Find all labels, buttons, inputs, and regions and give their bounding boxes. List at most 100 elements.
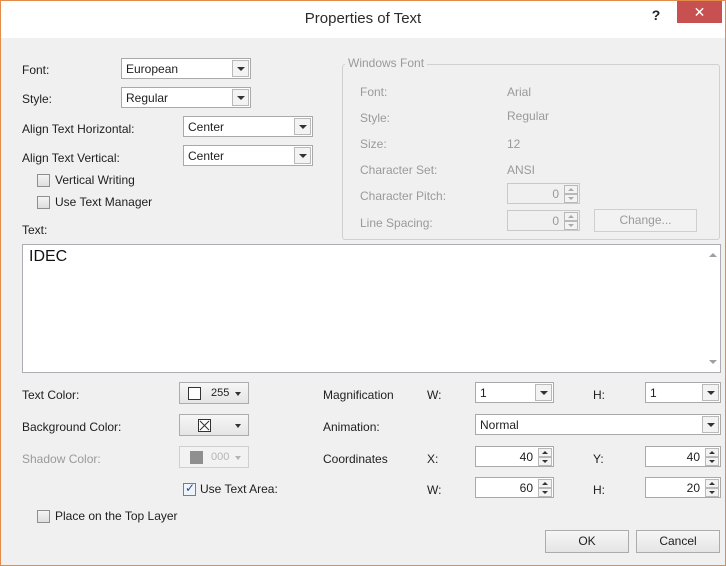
- shadow-color-picker[interactable]: 000: [179, 446, 249, 468]
- wf-pitch-label: Character Pitch:: [360, 189, 447, 203]
- no-color-icon: [198, 419, 211, 432]
- spin-down-icon[interactable]: [538, 488, 552, 497]
- coord-h-stepper[interactable]: 20: [645, 477, 721, 498]
- spin-up-icon[interactable]: [538, 479, 552, 488]
- scroll-down-icon[interactable]: [709, 360, 717, 364]
- spin-up-icon[interactable]: [564, 185, 578, 194]
- align-horizontal-value: Center: [188, 120, 225, 134]
- windows-font-group-title: Windows Font: [345, 56, 428, 70]
- coord-w-label: W:: [427, 483, 442, 497]
- animation-select[interactable]: Normal: [475, 414, 721, 435]
- coordinates-label: Coordinates: [323, 452, 388, 466]
- chevron-down-icon[interactable]: [294, 147, 311, 164]
- use-text-area-label: Use Text Area:: [200, 482, 278, 496]
- wf-style-label: Style:: [360, 111, 391, 125]
- mag-w-label: W:: [427, 388, 442, 402]
- ok-button[interactable]: OK: [545, 530, 629, 553]
- mag-h-select[interactable]: 1: [645, 382, 721, 403]
- properties-dialog: Properties of Text ? ✕ Font: European St…: [0, 0, 726, 566]
- mag-w-select[interactable]: 1: [475, 382, 554, 403]
- chevron-down-icon: [235, 456, 241, 460]
- style-select-value: Regular: [126, 91, 169, 105]
- background-color-label: Background Color:: [22, 420, 122, 434]
- text-color-picker[interactable]: 255: [179, 382, 249, 404]
- font-select[interactable]: European: [121, 58, 251, 79]
- text-input-value: IDEC: [29, 248, 68, 265]
- align-horizontal-label: Align Text Horizontal:: [22, 122, 135, 136]
- spin-down-icon[interactable]: [538, 457, 552, 466]
- spin-down-icon[interactable]: [705, 457, 719, 466]
- wf-charset-label: Character Set:: [360, 163, 438, 177]
- spin-down-icon[interactable]: [564, 194, 578, 203]
- title-bar: Properties of Text ? ✕: [1, 1, 725, 38]
- top-layer-label: Place on the Top Layer: [55, 509, 178, 523]
- line-spacing-stepper[interactable]: 0: [507, 210, 580, 231]
- chevron-down-icon[interactable]: [702, 384, 719, 401]
- use-text-area-checkbox[interactable]: [183, 481, 196, 496]
- align-vertical-label: Align Text Vertical:: [22, 151, 120, 165]
- coord-x-value: 40: [519, 450, 533, 464]
- change-font-button[interactable]: Change...: [594, 209, 697, 232]
- shadow-color-label: Shadow Color:: [22, 452, 101, 466]
- cancel-button[interactable]: Cancel: [636, 530, 720, 553]
- font-select-value: European: [126, 62, 179, 76]
- spin-down-icon[interactable]: [564, 221, 578, 230]
- style-select[interactable]: Regular: [121, 87, 251, 108]
- coord-h-label: H:: [593, 483, 605, 497]
- coord-y-label: Y:: [593, 452, 604, 466]
- shadow-color-value: 000: [211, 451, 230, 463]
- wf-style-value: Regular: [507, 109, 550, 123]
- background-color-picker[interactable]: [179, 414, 249, 436]
- vertical-writing-checkbox[interactable]: [37, 174, 50, 187]
- chevron-down-icon[interactable]: [232, 89, 249, 106]
- wf-font-value: Arial: [507, 85, 532, 99]
- coord-w-stepper[interactable]: 60: [475, 477, 554, 498]
- top-layer-checkbox[interactable]: [37, 510, 50, 523]
- character-pitch-value: 0: [552, 187, 559, 201]
- vertical-writing-label: Vertical Writing: [55, 173, 135, 187]
- text-input[interactable]: IDEC: [22, 244, 721, 373]
- chevron-down-icon: [235, 424, 241, 428]
- help-button[interactable]: ?: [643, 7, 669, 29]
- align-vertical-value: Center: [188, 149, 225, 163]
- wf-font-label: Font:: [360, 85, 388, 99]
- dialog-title: Properties of Text: [304, 10, 422, 27]
- use-text-manager-label: Use Text Manager: [55, 195, 153, 209]
- wf-charset-value: ANSI: [507, 163, 536, 177]
- chevron-down-icon: [235, 392, 241, 396]
- wf-size-value: 12: [507, 137, 521, 151]
- align-horizontal-select[interactable]: Center: [183, 116, 313, 137]
- chevron-down-icon[interactable]: [702, 416, 719, 433]
- wf-size-label: Size:: [360, 137, 387, 151]
- mag-h-label: H:: [593, 388, 605, 402]
- spin-up-icon[interactable]: [705, 479, 719, 488]
- color-swatch-icon: [190, 451, 203, 464]
- chevron-down-icon[interactable]: [232, 60, 249, 77]
- magnification-label: Magnification: [323, 388, 394, 402]
- coord-x-stepper[interactable]: 40: [475, 446, 554, 467]
- spin-up-icon[interactable]: [564, 212, 578, 221]
- scroll-up-icon[interactable]: [709, 253, 717, 257]
- coord-w-value: 60: [519, 481, 533, 495]
- close-button[interactable]: ✕: [677, 1, 722, 23]
- mag-h-value: 1: [650, 386, 657, 400]
- align-vertical-select[interactable]: Center: [183, 145, 313, 166]
- spin-down-icon[interactable]: [705, 488, 719, 497]
- use-text-manager-checkbox[interactable]: [37, 196, 50, 209]
- text-label: Text:: [22, 223, 48, 237]
- wf-spacing-label: Line Spacing:: [360, 216, 433, 230]
- spin-up-icon[interactable]: [705, 448, 719, 457]
- mag-w-value: 1: [480, 386, 487, 400]
- chevron-down-icon[interactable]: [294, 118, 311, 135]
- chevron-down-icon[interactable]: [535, 384, 552, 401]
- character-pitch-stepper[interactable]: 0: [507, 183, 580, 204]
- color-swatch-icon: [188, 387, 201, 400]
- style-label: Style:: [22, 92, 53, 106]
- animation-label: Animation:: [323, 420, 380, 434]
- coord-h-value: 20: [686, 481, 700, 495]
- coord-x-label: X:: [427, 452, 439, 466]
- coord-y-stepper[interactable]: 40: [645, 446, 721, 467]
- font-label: Font:: [22, 63, 50, 77]
- spin-up-icon[interactable]: [538, 448, 552, 457]
- animation-value: Normal: [480, 418, 519, 432]
